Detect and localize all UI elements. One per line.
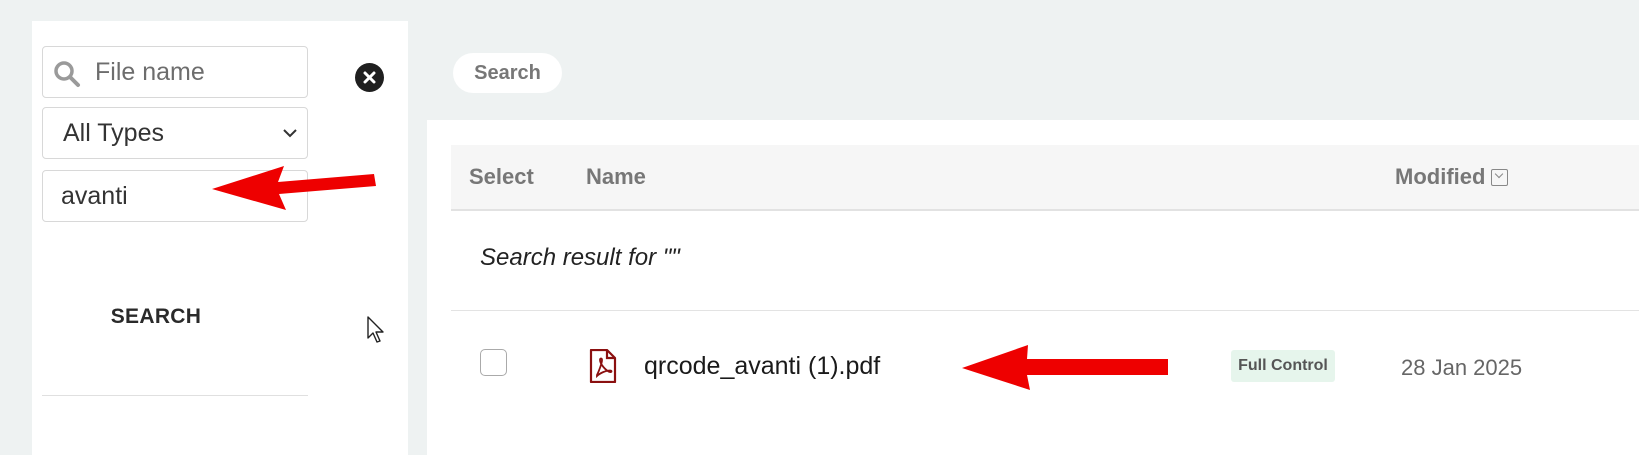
sort-icon[interactable] <box>1491 168 1509 186</box>
column-select: Select <box>469 164 534 189</box>
permission-badge: Full Control <box>1231 350 1335 382</box>
clear-icon <box>363 71 376 84</box>
mouse-cursor <box>367 316 384 343</box>
table-header: Select Name Modified <box>451 145 1639 211</box>
search-result-note: Search result for "" <box>480 244 680 271</box>
annotation-arrow-result <box>962 345 1168 390</box>
pdf-icon <box>589 349 617 383</box>
file-name-search-field[interactable] <box>42 46 308 98</box>
column-modified[interactable]: Modified <box>1395 145 1509 209</box>
column-name[interactable]: Name <box>586 145 646 209</box>
modified-date: 28 Jan 2025 <box>1401 355 1523 380</box>
sidebar-divider <box>42 395 308 396</box>
column-modified-label: Modified <box>1395 164 1486 189</box>
file-name-link[interactable]: qrcode_avanti (1).pdf <box>644 352 880 381</box>
type-select[interactable]: All Types <box>42 107 308 159</box>
breadcrumb-search[interactable]: Search <box>453 53 562 93</box>
file-name-input[interactable] <box>43 56 307 88</box>
annotation-arrow-keyword <box>212 166 376 210</box>
chevron-down-icon <box>283 129 297 138</box>
clear-filters-button[interactable] <box>355 63 384 92</box>
type-select-value: All Types <box>63 118 164 147</box>
search-button[interactable]: SEARCH <box>70 296 242 338</box>
row-divider <box>451 310 1639 311</box>
row-select-checkbox[interactable] <box>480 349 507 376</box>
search-icon <box>54 61 80 87</box>
